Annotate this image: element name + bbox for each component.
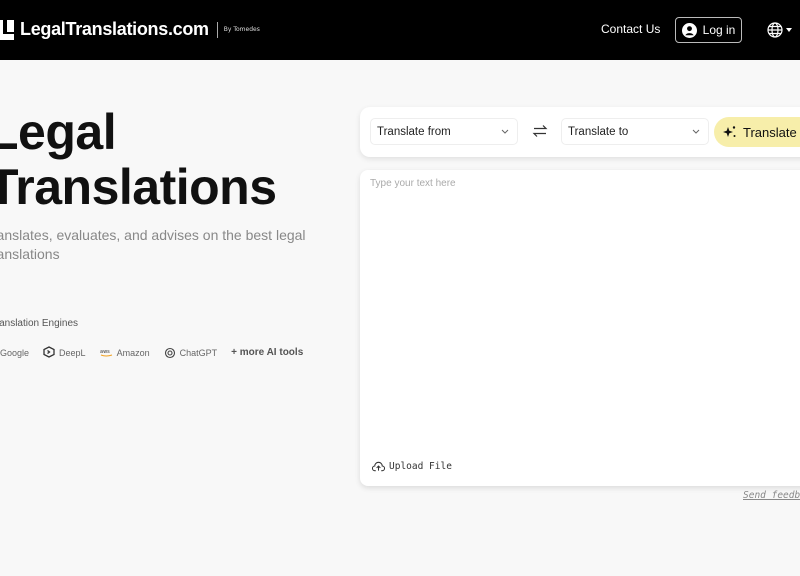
translate-from-select[interactable]: Translate from xyxy=(370,118,518,145)
translate-to-select[interactable]: Translate to xyxy=(561,118,709,145)
engine-chatgpt: ChatGPT xyxy=(164,347,217,359)
language-selector[interactable] xyxy=(767,22,792,38)
language-bar: Translate from Translate to Translate xyxy=(360,107,800,157)
engines-label: Translation Engines xyxy=(0,318,79,329)
caret-down-icon xyxy=(786,28,792,32)
user-circle-icon xyxy=(681,22,697,38)
logo-divider xyxy=(216,21,218,38)
openai-icon xyxy=(164,347,175,358)
logo-mark-icon xyxy=(0,19,14,40)
engine-amazon: aws Amazon xyxy=(99,347,150,358)
page-title: Legal Translations xyxy=(0,104,277,215)
logo-byline: By Tomedes xyxy=(223,26,260,33)
swap-languages-button[interactable] xyxy=(532,123,548,143)
contact-us-link[interactable]: Contact Us xyxy=(601,22,660,36)
source-text-panel: Upload File xyxy=(360,170,800,486)
login-label: Log in xyxy=(702,23,736,37)
login-button[interactable]: Log in xyxy=(675,17,742,43)
logo[interactable]: LegalTranslations.com By Tomedes xyxy=(0,19,260,40)
sparkle-icon xyxy=(723,126,736,137)
engine-deepl: DeepL xyxy=(43,346,86,359)
source-text-input[interactable] xyxy=(370,178,800,448)
send-feedback-link[interactable]: Send feedback xyxy=(743,490,800,501)
globe-icon xyxy=(767,22,783,38)
top-nav: LegalTranslations.com By Tomedes Contact… xyxy=(0,0,800,60)
upload-file-button[interactable]: Upload File xyxy=(372,461,452,472)
aws-icon: aws xyxy=(100,349,112,357)
cloud-upload-icon xyxy=(372,461,385,472)
svg-text:aws: aws xyxy=(100,349,110,355)
chevron-down-icon xyxy=(692,129,700,134)
swap-icon xyxy=(532,125,548,137)
engine-google: Google xyxy=(0,347,30,358)
more-ai-tools-link[interactable]: + more AI tools xyxy=(231,347,303,358)
logo-text: LegalTranslations.com xyxy=(20,19,209,39)
translate-button[interactable]: Translate xyxy=(714,117,800,147)
chevron-down-icon xyxy=(501,129,509,134)
deepl-icon xyxy=(43,346,55,358)
hero-subtitle: translates, evaluates, and advises on th… xyxy=(0,227,306,262)
engine-list: Google DeepL aws Amazon ChatGPT + more AI… xyxy=(0,346,303,359)
